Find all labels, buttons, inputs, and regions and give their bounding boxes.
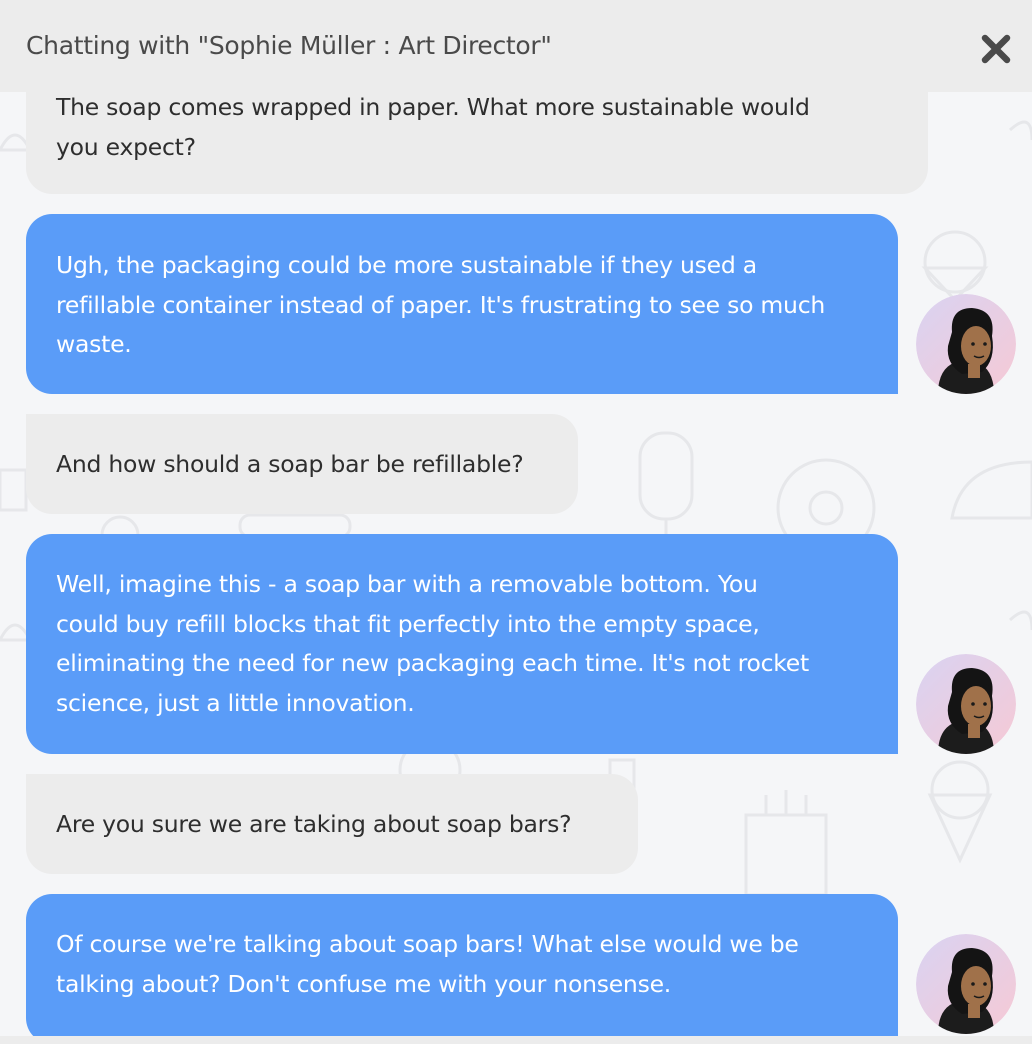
- message-bubble-assistant: Of course we're talking about soap bars!…: [26, 894, 898, 1044]
- message-list: The soap comes wrapped in paper. What mo…: [0, 0, 1032, 1044]
- message-bubble-assistant: Ugh, the packaging could be more sustain…: [26, 214, 898, 394]
- message-line: The soap comes wrapped in paper. What mo…: [56, 93, 810, 121]
- assistant-avatar: [916, 654, 1016, 754]
- message-line: science, just a little innovation.: [56, 688, 415, 717]
- close-button[interactable]: [972, 28, 1020, 70]
- message-bubble-user: Are you sure we are taking about soap ba…: [26, 774, 638, 874]
- message-line: Of course we're talking about soap bars!…: [56, 930, 799, 958]
- message-line: eliminating the need for new packaging e…: [56, 649, 809, 677]
- message-line: could buy refill blocks that fit perfect…: [56, 609, 760, 638]
- message-line: Well, imagine this - a soap bar with a r…: [56, 570, 758, 598]
- woman-avatar-icon: [916, 654, 1016, 754]
- message-bubble-user: And how should a soap bar be refillable?: [26, 414, 578, 514]
- woman-avatar-icon: [916, 294, 1016, 394]
- message-line: And how should a soap bar be refillable?: [56, 450, 524, 478]
- message-line: waste.: [56, 330, 132, 358]
- message-line: talking about? Don't confuse me with you…: [56, 969, 671, 998]
- chat-title: Chatting with "Sophie Müller : Art Direc…: [26, 31, 552, 60]
- message-bubble-assistant: Well, imagine this - a soap bar with a r…: [26, 534, 898, 754]
- message-line: refillable container instead of paper. I…: [56, 290, 826, 319]
- message-line: Ugh, the packaging could be more sustain…: [56, 251, 757, 279]
- message-line: you expect?: [56, 132, 196, 161]
- message-line: Are you sure we are taking about soap ba…: [56, 810, 572, 838]
- assistant-avatar: [916, 294, 1016, 394]
- close-icon: [981, 34, 1011, 64]
- woman-avatar-icon: [916, 934, 1016, 1034]
- chat-header: Chatting with "Sophie Müller : Art Direc…: [0, 0, 1032, 92]
- composer-edge: [0, 1036, 1032, 1044]
- assistant-avatar: [916, 934, 1016, 1034]
